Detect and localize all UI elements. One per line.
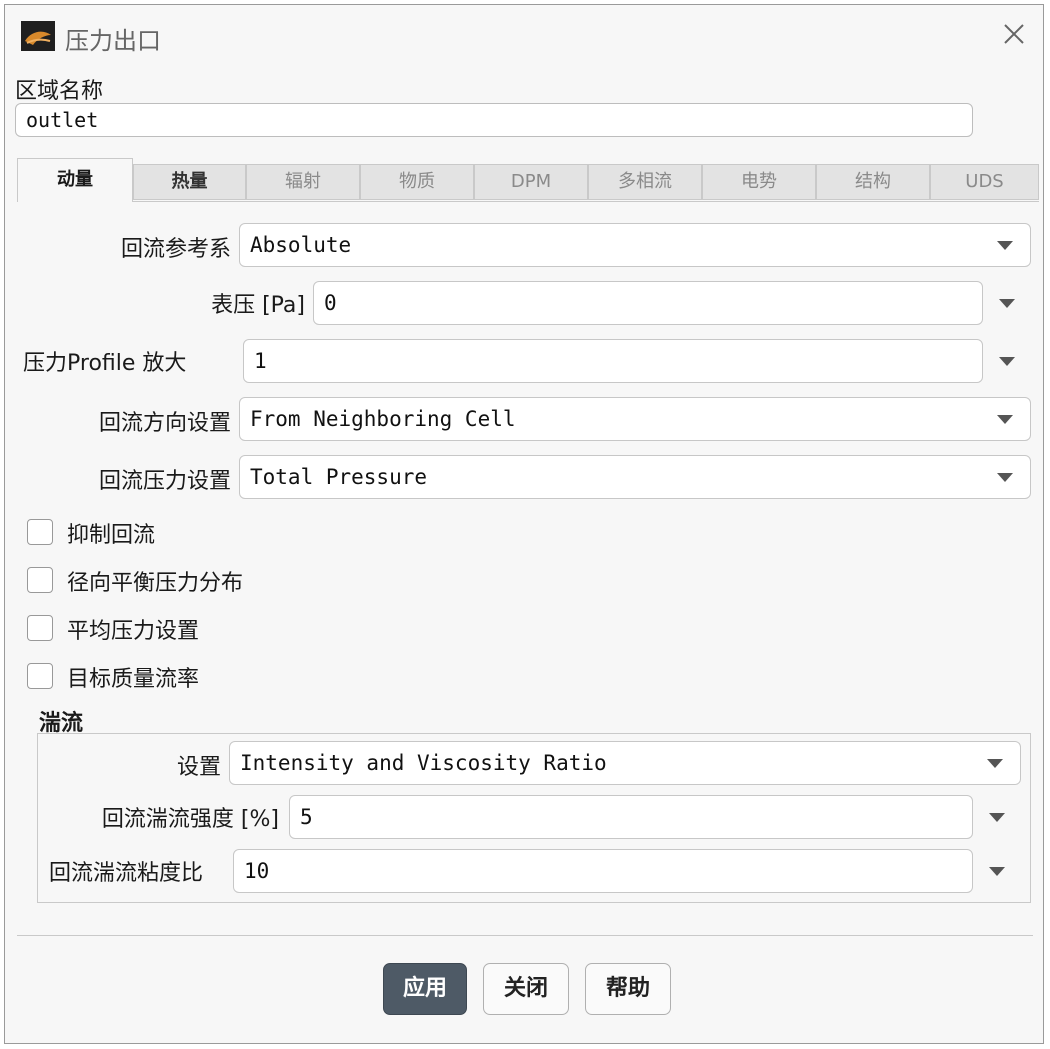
chevron-down-icon[interactable]	[987, 759, 1003, 768]
tab-divider	[17, 201, 1039, 202]
chevron-down-icon[interactable]	[989, 867, 1005, 876]
chevron-down-icon[interactable]	[999, 299, 1015, 308]
tab-species[interactable]: 物质	[360, 164, 474, 200]
tab-thermal[interactable]: 热量	[133, 164, 246, 200]
prevent-backflow-label: 抑制回流	[67, 523, 156, 548]
tab-potential[interactable]: 电势	[702, 164, 816, 200]
backflow-intensity-label: 回流湍流强度 [%]	[101, 807, 279, 832]
backflow-direction-select[interactable]: From Neighboring Cell	[239, 397, 1031, 441]
chevron-down-icon[interactable]	[997, 415, 1013, 424]
tab-bar: 动量 热量 辐射 物质 DPM 多相流 电势 结构 UDS	[17, 158, 1039, 202]
tab-multiphase[interactable]: 多相流	[588, 164, 702, 200]
close-button[interactable]: 关闭	[483, 963, 569, 1015]
window-title: 压力出口	[65, 27, 161, 55]
backflow-pressure-label: 回流压力设置	[98, 469, 231, 494]
backflow-viscosity-ratio-label: 回流湍流粘度比	[49, 861, 204, 886]
backflow-intensity-input[interactable]: 5	[289, 795, 973, 839]
tab-structure[interactable]: 结构	[816, 164, 930, 200]
zone-name-input[interactable]: outlet	[15, 103, 973, 137]
help-button[interactable]: 帮助	[585, 963, 671, 1015]
apply-button[interactable]: 应用	[383, 963, 467, 1015]
zone-name-label: 区域名称	[15, 79, 104, 104]
target-mass-flow-checkbox[interactable]	[27, 663, 53, 689]
chevron-down-icon[interactable]	[997, 241, 1013, 250]
backflow-direction-label: 回流方向设置	[98, 411, 231, 436]
backflow-viscosity-ratio-input[interactable]: 10	[233, 849, 973, 893]
turbulence-method-label: 设置	[176, 755, 221, 780]
tab-dpm[interactable]: DPM	[474, 164, 588, 200]
backflow-reference-select[interactable]: Absolute	[239, 223, 1031, 267]
pressure-profile-multiplier-input[interactable]: 1	[243, 339, 983, 383]
radial-equilibrium-label: 径向平衡压力分布	[67, 571, 244, 596]
target-mass-flow-label: 目标质量流率	[67, 667, 200, 692]
gauge-pressure-input[interactable]: 0	[313, 281, 983, 325]
tab-momentum[interactable]: 动量	[17, 158, 133, 202]
radial-equilibrium-checkbox[interactable]	[27, 567, 53, 593]
footer-divider	[17, 935, 1033, 936]
gauge-pressure-label: 表压 [Pa]	[211, 293, 305, 318]
tab-radiation[interactable]: 辐射	[246, 164, 360, 200]
pressure-profile-multiplier-label: 压力Profile 放大	[23, 351, 187, 376]
pressure-outlet-dialog: 压力出口 区域名称 outlet 动量 热量 辐射 物质 DPM 多相流 电势 …	[4, 4, 1044, 1044]
close-icon[interactable]	[997, 17, 1031, 51]
chevron-down-icon[interactable]	[997, 473, 1013, 482]
average-pressure-checkbox[interactable]	[27, 615, 53, 641]
title-bar: 压力出口	[5, 5, 1043, 65]
fluent-logo-icon	[21, 21, 55, 51]
backflow-pressure-select[interactable]: Total Pressure	[239, 455, 1031, 499]
tab-uds[interactable]: UDS	[930, 164, 1039, 200]
chevron-down-icon[interactable]	[999, 357, 1015, 366]
prevent-backflow-checkbox[interactable]	[27, 519, 53, 545]
turbulence-method-select[interactable]: Intensity and Viscosity Ratio	[229, 741, 1021, 785]
backflow-reference-label: 回流参考系	[120, 237, 231, 262]
average-pressure-label: 平均压力设置	[67, 619, 200, 644]
chevron-down-icon[interactable]	[989, 813, 1005, 822]
